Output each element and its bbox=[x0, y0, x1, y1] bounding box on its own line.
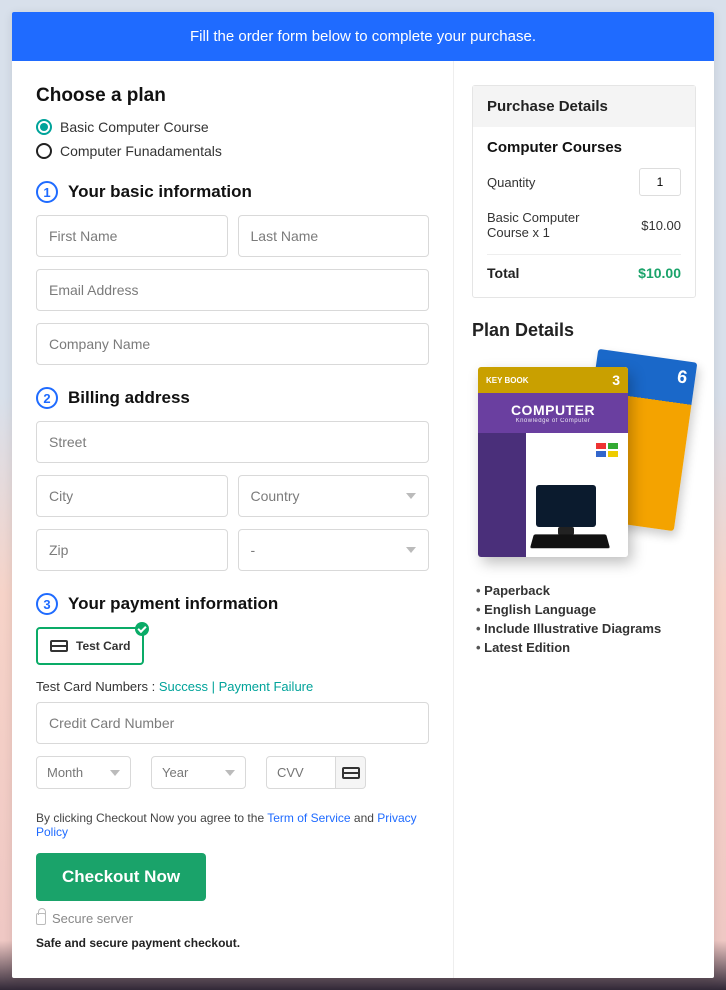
purchase-details-box: Purchase Details Computer Courses Quanti… bbox=[472, 85, 696, 298]
city-input[interactable] bbox=[36, 475, 228, 517]
country-placeholder: Country bbox=[251, 488, 300, 504]
credit-card-icon bbox=[50, 640, 68, 652]
state-select[interactable]: - bbox=[238, 529, 430, 571]
plan-option-label: Basic Computer Course bbox=[60, 119, 209, 135]
total-label: Total bbox=[487, 265, 519, 281]
zip-input[interactable] bbox=[36, 529, 228, 571]
total-amount: $10.00 bbox=[638, 265, 681, 281]
chevron-down-icon bbox=[406, 493, 416, 499]
company-input[interactable] bbox=[36, 323, 429, 365]
failure-link[interactable]: Payment Failure bbox=[219, 679, 314, 694]
check-icon bbox=[135, 622, 149, 636]
last-name-input[interactable] bbox=[238, 215, 430, 257]
tos-link[interactable]: Term of Service bbox=[267, 811, 350, 825]
plan-feature-list: Paperback English Language Include Illus… bbox=[472, 583, 696, 655]
plan-details-title: Plan Details bbox=[472, 320, 696, 341]
country-select[interactable]: Country bbox=[238, 475, 430, 517]
list-item: English Language bbox=[476, 602, 696, 617]
radio-selected-icon bbox=[36, 119, 52, 135]
list-item: Latest Edition bbox=[476, 640, 696, 655]
lock-icon bbox=[36, 913, 46, 925]
plan-option-fundamentals[interactable]: Computer Funadamentals bbox=[36, 143, 429, 159]
purchase-details-heading: Purchase Details bbox=[473, 86, 695, 127]
test-card-hint: Test Card Numbers : Success | Payment Fa… bbox=[36, 679, 429, 694]
banner: Fill the order form below to complete yo… bbox=[12, 12, 714, 61]
keyboard-icon bbox=[530, 534, 610, 548]
step-title-billing: Billing address bbox=[68, 388, 190, 408]
line-item-amount: $10.00 bbox=[641, 218, 681, 233]
step-title-basic-info: Your basic information bbox=[68, 182, 252, 202]
line-item-label: Basic Computer Course x 1 bbox=[487, 210, 617, 240]
step-number: 1 bbox=[36, 181, 58, 203]
quantity-label: Quantity bbox=[487, 175, 535, 190]
success-link[interactable]: Success bbox=[159, 679, 208, 694]
agree-text: By clicking Checkout Now you agree to th… bbox=[36, 811, 429, 839]
state-placeholder: - bbox=[251, 542, 256, 558]
radio-unselected-icon bbox=[36, 143, 52, 159]
card-number-input[interactable] bbox=[36, 702, 429, 744]
street-input[interactable] bbox=[36, 421, 429, 463]
plan-book-image: 6 KEY BOOK3 COMPUTERKnowledge of Compute… bbox=[472, 355, 692, 565]
step-number: 3 bbox=[36, 593, 58, 615]
test-card-label: Test Card bbox=[76, 639, 130, 653]
chevron-down-icon bbox=[406, 547, 416, 553]
choose-plan-title: Choose a plan bbox=[36, 85, 429, 107]
quantity-input[interactable] bbox=[639, 168, 681, 196]
cvv-input[interactable] bbox=[266, 756, 336, 789]
monitor-icon bbox=[536, 485, 596, 527]
step-title-payment: Your payment information bbox=[68, 594, 278, 614]
chevron-down-icon bbox=[225, 770, 235, 776]
chevron-down-icon bbox=[110, 770, 120, 776]
plan-option-basic[interactable]: Basic Computer Course bbox=[36, 119, 429, 135]
secure-label: Secure server bbox=[52, 911, 133, 926]
checkout-button[interactable]: Checkout Now bbox=[36, 853, 206, 901]
email-input[interactable] bbox=[36, 269, 429, 311]
windows-icon bbox=[596, 443, 622, 459]
plan-option-label: Computer Funadamentals bbox=[60, 143, 222, 159]
test-card-chip[interactable]: Test Card bbox=[36, 627, 144, 665]
purchase-subheading: Computer Courses bbox=[487, 139, 681, 156]
step-number: 2 bbox=[36, 387, 58, 409]
safe-text: Safe and secure payment checkout. bbox=[36, 936, 429, 950]
card-back-icon bbox=[336, 756, 366, 789]
list-item: Paperback bbox=[476, 583, 696, 598]
list-item: Include Illustrative Diagrams bbox=[476, 621, 696, 636]
first-name-input[interactable] bbox=[36, 215, 228, 257]
expiry-year-select[interactable]: Year bbox=[151, 756, 246, 789]
expiry-month-select[interactable]: Month bbox=[36, 756, 131, 789]
